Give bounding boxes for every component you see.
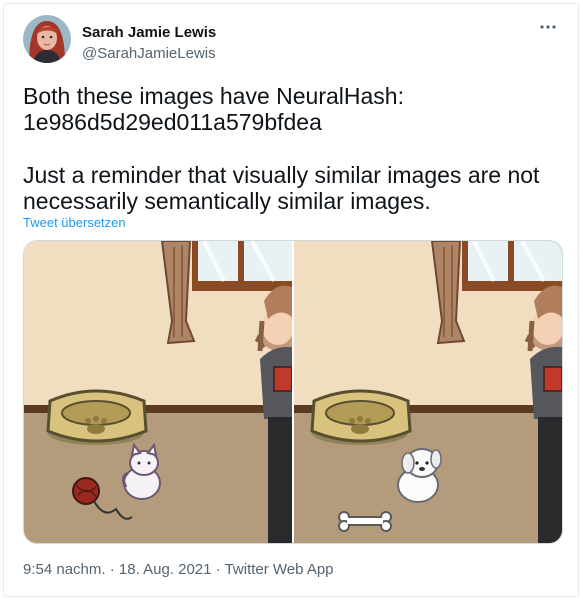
avatar[interactable] — [23, 15, 71, 63]
media-image-right[interactable] — [294, 241, 562, 543]
separator: · — [109, 561, 115, 578]
tweet-time[interactable]: 9:54 nachm. — [23, 561, 106, 578]
translate-tweet-link[interactable]: Tweet übersetzen — [23, 215, 126, 230]
tweet-date[interactable]: 18. Aug. 2021 — [119, 561, 212, 578]
tweet-text-line-1: Both these images have NeuralHash: — [23, 83, 404, 109]
tweet-text-line-3: Just a reminder that visually similar im… — [23, 162, 540, 188]
tweet-text-line-4: necessarily semantically similar images. — [23, 188, 431, 214]
tweet-card: Sarah Jamie Lewis @SarahJamieLewis Both … — [3, 3, 579, 597]
separator: · — [215, 561, 221, 578]
author-name[interactable]: Sarah Jamie Lewis — [82, 24, 216, 41]
author-handle[interactable]: @SarahJamieLewis — [82, 45, 216, 62]
tweet-source[interactable]: Twitter Web App — [225, 561, 334, 578]
tweet-text-line-2: 1e986d5d29ed011a579bfdea — [23, 109, 322, 135]
tweet-timestamp: 9:54 nachm. · 18. Aug. 2021 · Twitter We… — [23, 561, 334, 578]
media-image-left[interactable] — [24, 241, 294, 543]
tweet-media — [23, 240, 563, 544]
more-icon[interactable] — [534, 16, 562, 38]
